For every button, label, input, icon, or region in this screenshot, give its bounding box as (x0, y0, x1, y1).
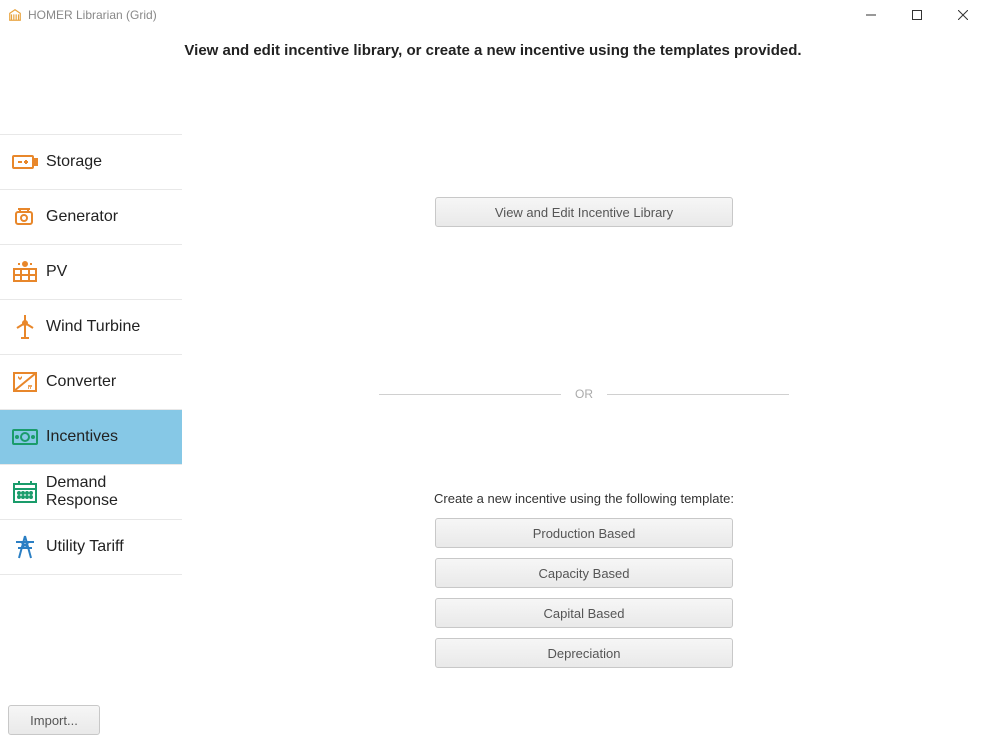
import-button-label: Import... (30, 713, 78, 728)
solar-panel-icon (10, 261, 40, 283)
sidebar-item-converter[interactable]: Converter (0, 355, 182, 410)
sidebar-item-label: Demand Response (46, 474, 182, 510)
engine-icon (10, 206, 40, 228)
app-icon (8, 8, 22, 22)
sidebar-item-storage[interactable]: Storage (0, 135, 182, 190)
template-button-label: Production Based (533, 526, 636, 541)
template-capital-based-button[interactable]: Capital Based (435, 598, 733, 628)
sidebar-item-label: Storage (46, 153, 102, 171)
sidebar-item-label: Incentives (46, 428, 118, 446)
battery-icon (10, 152, 40, 172)
titlebar: HOMER Librarian (Grid) (0, 0, 986, 30)
minimize-button[interactable] (848, 0, 894, 30)
sidebar-item-wind-turbine[interactable]: Wind Turbine (0, 300, 182, 355)
content-area: View and Edit Incentive Library OR Creat… (182, 77, 986, 743)
sidebar-item-incentives[interactable]: Incentives (0, 410, 182, 465)
view-edit-library-label: View and Edit Incentive Library (495, 205, 673, 220)
power-tower-icon (10, 534, 40, 560)
sidebar-item-label: Converter (46, 373, 116, 391)
template-production-based-button[interactable]: Production Based (435, 518, 733, 548)
close-button[interactable] (940, 0, 986, 30)
sidebar-item-label: Generator (46, 208, 118, 226)
or-text: OR (561, 387, 607, 401)
sidebar-item-label: PV (46, 263, 67, 281)
template-capacity-based-button[interactable]: Capacity Based (435, 558, 733, 588)
window-title: HOMER Librarian (Grid) (28, 8, 157, 22)
sidebar-item-demand-response[interactable]: Demand Response (0, 465, 182, 520)
sidebar-item-label: Utility Tariff (46, 538, 124, 556)
sidebar: Storage Generator (0, 77, 182, 743)
sidebar-item-generator[interactable]: Generator (0, 190, 182, 245)
calendar-icon (10, 480, 40, 504)
money-icon (10, 427, 40, 447)
page-description: View and edit incentive library, or crea… (0, 30, 986, 77)
or-divider: OR (379, 387, 789, 401)
template-heading: Create a new incentive using the followi… (434, 491, 734, 506)
template-depreciation-button[interactable]: Depreciation (435, 638, 733, 668)
import-button[interactable]: Import... (8, 705, 100, 735)
view-edit-library-button[interactable]: View and Edit Incentive Library (435, 197, 733, 227)
converter-icon (10, 371, 40, 393)
maximize-button[interactable] (894, 0, 940, 30)
sidebar-item-pv[interactable]: PV (0, 245, 182, 300)
template-button-label: Depreciation (548, 646, 621, 661)
wind-turbine-icon (10, 314, 40, 340)
template-button-label: Capacity Based (538, 566, 629, 581)
template-button-label: Capital Based (544, 606, 625, 621)
sidebar-item-utility-tariff[interactable]: Utility Tariff (0, 520, 182, 575)
window-controls (848, 0, 986, 30)
sidebar-item-label: Wind Turbine (46, 318, 140, 336)
